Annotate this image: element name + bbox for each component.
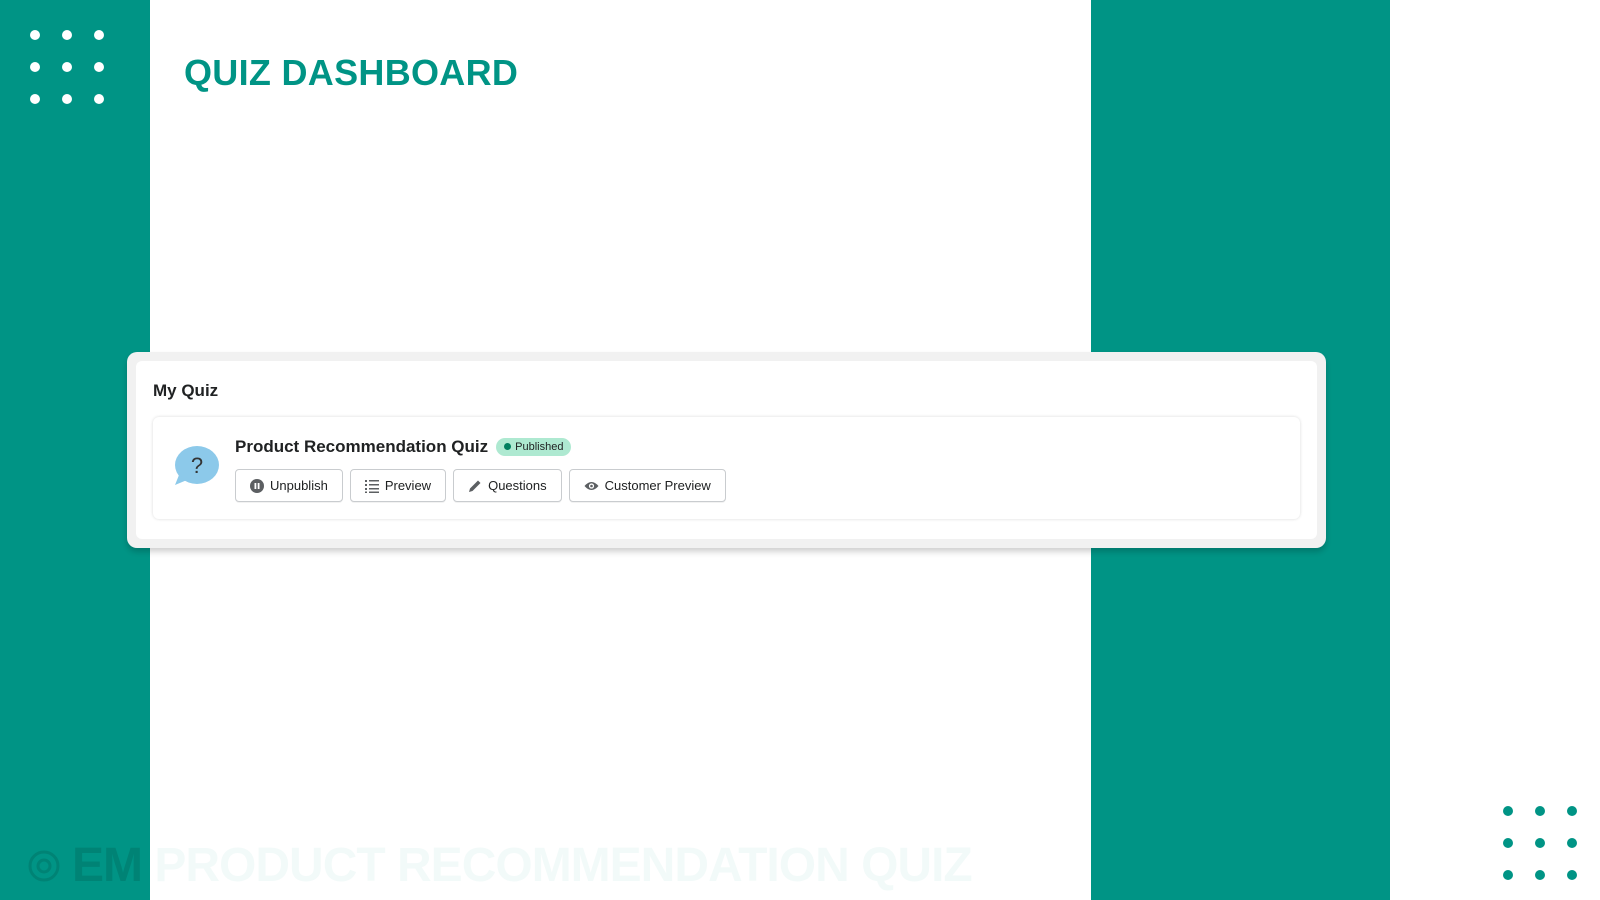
quiz-list-item: ? Product Recommendation Quiz Published U…: [153, 417, 1300, 519]
decorative-dot: [94, 94, 104, 104]
my-quiz-card: My Quiz ? Product Recommendation Quiz Pub…: [127, 352, 1326, 548]
svg-text:?: ?: [191, 453, 203, 478]
page-title: QUIZ DASHBOARD: [184, 52, 519, 93]
decorative-dot: [30, 62, 40, 72]
questions-button[interactable]: Questions: [453, 469, 562, 502]
decorative-dot: [1535, 870, 1545, 880]
card-title: My Quiz: [153, 381, 219, 400]
eye-icon: [584, 481, 599, 490]
customer-preview-button[interactable]: Customer Preview: [568, 469, 726, 502]
decorative-dot: [1503, 838, 1513, 848]
quiz-name-row: Product Recommendation Quiz Published: [235, 437, 572, 457]
decorative-dot: [1535, 806, 1545, 816]
decorative-dot: [1567, 838, 1577, 848]
pause-circle-icon: [250, 478, 264, 493]
decorative-dot: [62, 94, 72, 104]
brand-logo-icon: [28, 850, 60, 882]
decorative-dot: [94, 30, 104, 40]
preview-button[interactable]: Preview: [349, 469, 447, 502]
decorative-dot: [30, 94, 40, 104]
pencil-icon: [469, 480, 481, 492]
quiz-name: Product Recommendation Quiz: [235, 437, 489, 456]
decorative-dot: [1535, 838, 1545, 848]
watermark: EM PRODUCT RECOMMENDATION QUIZ: [72, 839, 973, 892]
decorative-dot: [94, 62, 104, 72]
decorative-dot: [1503, 870, 1513, 880]
decorative-dot: [1503, 806, 1513, 816]
decorative-dot: [1567, 806, 1577, 816]
decorative-dot: [62, 62, 72, 72]
unpublish-button[interactable]: Unpublish: [235, 469, 343, 502]
status-dot-icon: [504, 443, 512, 450]
question-bubble-icon: ?: [175, 446, 219, 485]
status-badge: Published: [496, 437, 572, 456]
list-icon: [364, 479, 379, 493]
decorative-dot: [1567, 870, 1577, 880]
decorative-dot: [62, 30, 72, 40]
decorative-dot: [30, 30, 40, 40]
